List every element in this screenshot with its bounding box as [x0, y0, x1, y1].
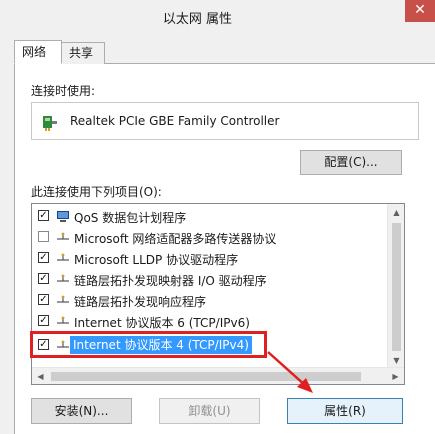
install-button[interactable]: 安装(N)... [31, 398, 132, 424]
scroll-up-icon[interactable]: ▲ [388, 204, 404, 221]
checkbox[interactable]: ✓ [38, 273, 49, 284]
close-button[interactable]: ✕ [405, 0, 435, 22]
scroll-right-icon[interactable]: ▶ [387, 368, 404, 384]
connect-using-label: 连接时使用: [31, 84, 96, 98]
list-item[interactable]: Microsoft 网络适配器多路传送器协议 [32, 227, 387, 248]
checkbox[interactable] [38, 231, 49, 242]
protocol-icon [57, 295, 69, 303]
vertical-scroll-thumb[interactable] [392, 223, 401, 351]
close-icon: ✕ [414, 2, 426, 18]
item-label: Microsoft 网络适配器多路传送器协议 [74, 232, 277, 246]
annotation-highlight-box [30, 331, 267, 358]
protocol-icon [57, 316, 69, 324]
qos-icon [57, 211, 69, 222]
scroll-left-icon[interactable]: ◀ [32, 368, 49, 384]
list-item[interactable]: ✓ 链路层拓扑发现映射器 I/O 驱动程序 [32, 269, 387, 290]
horizontal-scroll-thumb[interactable] [51, 372, 361, 381]
protocol-icon [57, 232, 69, 240]
checkbox[interactable]: ✓ [38, 210, 49, 221]
uninstall-button[interactable]: 卸载(U) [159, 398, 260, 424]
tab-network[interactable]: 网络 [14, 40, 62, 64]
window-title: 以太网 属性 [162, 12, 233, 27]
horizontal-scrollbar[interactable]: ◀ ▶ [32, 367, 404, 384]
item-label: QoS 数据包计划程序 [74, 211, 187, 225]
item-label: Microsoft LLDP 协议驱动程序 [74, 253, 239, 267]
item-label: 链路层拓扑发现响应程序 [74, 295, 207, 309]
items-label: 此连接使用下列项目(O): [31, 185, 162, 199]
list-item[interactable]: ✓ 链路层拓扑发现响应程序 [32, 290, 387, 311]
adapter-box: Realtek PCIe GBE Family Controller [31, 102, 419, 140]
properties-dialog: 以太网 属性 ✕ 网络 共享 连接时使用: Realtek PCIe GBE F… [0, 0, 435, 434]
checkbox[interactable]: ✓ [38, 315, 49, 326]
adapter-name: Realtek PCIe GBE Family Controller [70, 114, 280, 128]
list-item[interactable]: ✓ QoS 数据包计划程序 [32, 206, 387, 227]
configure-button[interactable]: 配置(C)... [300, 150, 402, 175]
tab-sharing[interactable]: 共享 [61, 42, 105, 64]
item-label: Internet 协议版本 6 (TCP/IPv6) [74, 316, 250, 330]
vertical-scrollbar[interactable]: ▲ ▼ [387, 204, 404, 369]
list-item[interactable]: ✓ Microsoft LLDP 协议驱动程序 [32, 248, 387, 269]
protocol-icon [57, 274, 69, 282]
item-label: 链路层拓扑发现映射器 I/O 驱动程序 [74, 274, 267, 288]
checkbox[interactable]: ✓ [38, 294, 49, 305]
network-adapter-icon [43, 116, 57, 131]
title-bar: 以太网 属性 ✕ [0, 0, 435, 34]
tab-strip: 网络 共享 [14, 40, 434, 64]
protocol-icon [57, 253, 69, 261]
properties-button[interactable]: 属性(R) [287, 398, 403, 424]
checkbox[interactable]: ✓ [38, 252, 49, 263]
list-item[interactable]: ✓ Internet 协议版本 6 (TCP/IPv6) [32, 311, 387, 332]
